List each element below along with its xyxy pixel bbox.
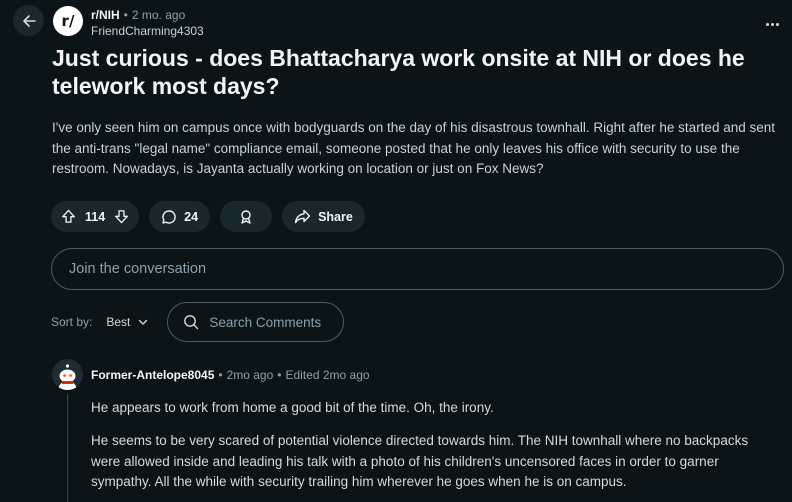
avatar-icon[interactable] bbox=[52, 359, 83, 390]
vote-control: 114 bbox=[51, 201, 140, 232]
comment-paragraph: He appears to work from home a good bit … bbox=[91, 400, 494, 415]
comment-time: 2mo ago bbox=[226, 368, 274, 382]
vote-count: 114 bbox=[85, 209, 106, 224]
post-title: Just curious - does Bhattacharya work on… bbox=[52, 45, 745, 99]
sort-value: Best bbox=[106, 315, 131, 329]
chevron-down-icon bbox=[139, 319, 148, 325]
award-button[interactable] bbox=[220, 201, 273, 232]
downvote-icon[interactable] bbox=[114, 209, 129, 224]
meta-separator: • bbox=[123, 8, 128, 22]
comment-paragraph: He seems to be very scared of potential … bbox=[91, 433, 749, 489]
search-icon bbox=[184, 315, 199, 330]
comment-input-placeholder: Join the conversation bbox=[69, 261, 207, 277]
award-icon bbox=[241, 209, 251, 224]
comment-author[interactable]: Former-Antelope8045 bbox=[91, 368, 214, 382]
comments-button[interactable]: 24 bbox=[149, 201, 211, 232]
comment-meta: Former-Antelope8045 • 2mo ago • Edited 2… bbox=[91, 368, 370, 382]
comment-input[interactable]: Join the conversation bbox=[51, 248, 784, 290]
subreddit-icon[interactable]: r/ bbox=[53, 6, 83, 36]
back-button[interactable] bbox=[13, 5, 44, 36]
comment-separator: • bbox=[277, 368, 282, 382]
post-actions: 114 24 Share bbox=[51, 201, 365, 232]
sort-row: Sort by: Best Search Comments bbox=[51, 302, 345, 342]
comment-count: 24 bbox=[184, 209, 199, 224]
comment-icon bbox=[162, 209, 176, 224]
thread-line[interactable] bbox=[67, 394, 68, 502]
more-icon-dot bbox=[770, 22, 774, 26]
post-meta: r/NIH • 2 mo. ago FriendCharming4303 bbox=[91, 8, 204, 39]
post-author[interactable]: FriendCharming4303 bbox=[91, 24, 204, 39]
post-body: I've only seen him on campus once with b… bbox=[52, 120, 775, 176]
comment-separator: • bbox=[218, 368, 223, 382]
sort-dropdown[interactable]: Best bbox=[106, 315, 148, 329]
search-comments-placeholder: Search Comments bbox=[209, 314, 322, 330]
arrow-left-icon bbox=[22, 14, 36, 27]
upvote-icon[interactable] bbox=[61, 209, 76, 224]
comment-edited: Edited 2mo ago bbox=[285, 368, 370, 382]
search-comments-input[interactable]: Search Comments bbox=[167, 302, 345, 342]
post-time: 2 mo. ago bbox=[131, 8, 186, 22]
more-icon bbox=[765, 22, 769, 26]
more-options-button[interactable] bbox=[762, 16, 782, 32]
subreddit-link[interactable]: r/NIH bbox=[91, 8, 120, 23]
share-button[interactable]: Share bbox=[282, 201, 365, 232]
sort-label: Sort by: bbox=[51, 315, 93, 329]
share-icon bbox=[294, 209, 311, 224]
more-icon-dot bbox=[775, 22, 779, 26]
share-label: Share bbox=[318, 209, 353, 224]
